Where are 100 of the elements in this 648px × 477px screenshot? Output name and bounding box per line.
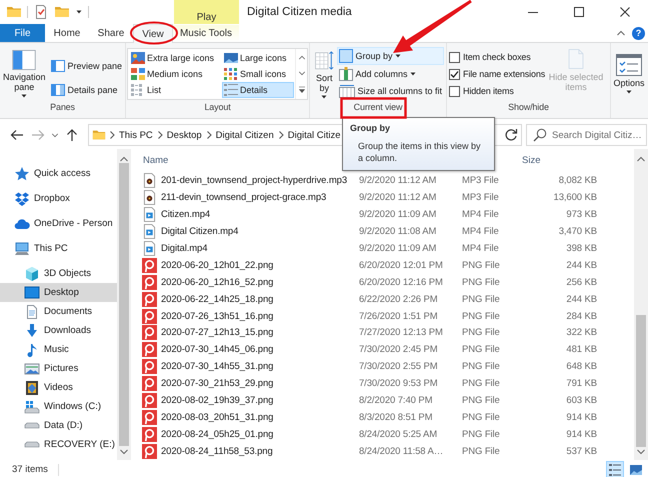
size-cell-text: 3,470 KB: [558, 226, 597, 237]
file-name[interactable]: Citizen.mp4: [161, 208, 210, 220]
checkbox[interactable]: [449, 52, 460, 62]
file-name[interactable]: 2020-07-30_21h53_29.png: [161, 378, 274, 390]
nav-item[interactable]: Dropbox: [0, 189, 117, 208]
nav-item[interactable]: Data (D:): [0, 416, 117, 435]
checklist-icon: [616, 54, 642, 76]
group-label: Panes: [50, 102, 75, 112]
options-button[interactable]: Options: [611, 47, 647, 96]
sort-by-button[interactable]: Sort by: [312, 47, 336, 101]
ribbon-tab[interactable]: File: [0, 24, 45, 42]
breadcrumb[interactable]: Desktop: [166, 130, 203, 140]
command-button[interactable]: Size all columns to fit: [337, 82, 444, 100]
layout-option[interactable]: Medium icons: [129, 66, 222, 82]
nav-item[interactable]: Videos: [0, 378, 117, 397]
caret-down-icon: [409, 70, 418, 78]
checkbox[interactable]: [449, 86, 460, 96]
refresh-icon[interactable]: [504, 128, 518, 142]
nav-item[interactable]: RECOVERY (E:): [0, 435, 117, 454]
grid-icon: [131, 68, 145, 80]
file-name[interactable]: 2020-08-03_20h51_31.png: [161, 412, 274, 424]
scroll-thumb[interactable]: [636, 315, 646, 447]
file-name[interactable]: 2020-08-24_05h25_01.png: [161, 429, 274, 440]
file-name[interactable]: 201-devin_townsend_project-hyperdrive.mp3: [161, 174, 348, 186]
checkbox-label: Item check boxes: [463, 52, 531, 62]
nav-item[interactable]: 3D Objects: [0, 264, 117, 283]
column-header[interactable]: Size: [522, 154, 582, 166]
view-toggle-button[interactable]: [606, 461, 624, 477]
nav-item[interactable]: Downloads: [0, 321, 117, 340]
maximize-icon: [574, 7, 584, 17]
caret-down-icon[interactable]: [75, 8, 83, 16]
nav-item[interactable]: Windows (C:): [0, 397, 117, 416]
ribbon-tab[interactable]: Home: [45, 24, 89, 42]
navigation-pane-button[interactable]: Navigation pane: [1, 47, 48, 100]
file-name[interactable]: Digital Citizen.mp4: [161, 226, 238, 237]
breadcrumb[interactable]: Digital Citize: [286, 130, 342, 140]
type-cell-text: PNG File: [462, 446, 501, 458]
image-file-icon: [142, 444, 156, 460]
help-button[interactable]: ?: [632, 26, 645, 40]
command-button[interactable]: Add columns: [337, 64, 444, 82]
ribbon-tab[interactable]: Share: [89, 24, 133, 42]
checkmark-document-icon[interactable]: [33, 4, 49, 20]
file-name[interactable]: Digital.mp4: [161, 242, 208, 254]
layout-option[interactable]: List: [129, 82, 222, 98]
document-icon: [567, 48, 586, 70]
search-field[interactable]: Search Digital Citiz…: [526, 124, 647, 146]
file-name[interactable]: 2020-06-20_12h01_22.png: [161, 260, 274, 271]
date-cell-text: 8/3/2020 8:51 PM: [358, 412, 434, 424]
layout-option[interactable]: Details: [222, 82, 294, 98]
highlight-box: [340, 97, 407, 119]
up-arrow-icon[interactable]: [66, 128, 78, 142]
pane-button[interactable]: Details pane: [49, 81, 124, 99]
scroll-thumb[interactable]: [119, 163, 129, 446]
nav-item[interactable]: Documents: [0, 302, 117, 321]
caret-up-icon[interactable]: [616, 29, 626, 37]
chevron-icon: [109, 131, 115, 139]
details-icon: [224, 84, 238, 96]
nav-item[interactable]: Music: [0, 340, 117, 359]
caret-down-icon[interactable]: [298, 70, 306, 77]
nav-item[interactable]: Quick access: [0, 164, 117, 183]
caret-up-icon[interactable]: [636, 155, 646, 163]
date-cell-text: 7/27/2020 12:13 PM: [358, 327, 444, 338]
file-name[interactable]: 2020-06-22_14h25_18.png: [161, 294, 274, 305]
date-cell-text: 6/20/2020 12:01 PM: [358, 260, 444, 271]
command-button[interactable]: Group by: [337, 47, 444, 65]
nav-item[interactable]: Desktop: [0, 283, 117, 302]
breadcrumb[interactable]: Digital Citizen: [214, 130, 275, 140]
checkbox[interactable]: [449, 68, 460, 80]
scrollbar[interactable]: [634, 149, 648, 460]
size-cell-text: 398 KB: [565, 242, 597, 254]
file-name[interactable]: 2020-07-30_14h55_31.png: [161, 361, 274, 372]
nav-item[interactable]: OneDrive - Person: [0, 214, 117, 233]
file-name[interactable]: 2020-08-24_11h58_53.png: [161, 446, 273, 458]
layout-option[interactable]: Small icons: [222, 66, 294, 82]
type-cell-text: PNG File: [462, 395, 501, 406]
date-cell-text: 9/2/2020 11:08 AM: [358, 226, 438, 237]
layout-option[interactable]: Extra large icons: [129, 50, 222, 66]
file-name[interactable]: 2020-07-26_13h51_16.png: [161, 310, 274, 322]
breadcrumb[interactable]: This PC: [118, 130, 154, 140]
file-name[interactable]: 2020-06-20_12h16_52.png: [161, 276, 274, 288]
date-cell-text: 9/2/2020 11:09 AM: [358, 242, 438, 254]
back-arrow-icon[interactable]: [10, 129, 24, 141]
more-icon[interactable]: [298, 86, 306, 94]
layout-option[interactable]: Large icons: [222, 50, 294, 66]
nav-item[interactable]: This PC: [0, 239, 117, 258]
film-icon: [24, 380, 40, 396]
scrollbar[interactable]: [117, 149, 131, 460]
caret-down-icon[interactable]: [51, 132, 59, 138]
file-name[interactable]: 2020-08-02_19h39_37.png: [161, 395, 274, 406]
pane-button[interactable]: Preview pane: [49, 57, 124, 75]
sort-grid-icon: [314, 50, 334, 71]
thumbnail-icon: [131, 52, 145, 64]
file-name[interactable]: 211-devin_townsend_project-grace.mp3: [161, 192, 326, 203]
file-name[interactable]: 2020-07-27_12h13_15.png: [161, 327, 274, 338]
highlight-ellipse: [130, 22, 178, 44]
file-name[interactable]: 2020-07-30_14h45_06.png: [161, 344, 274, 356]
caret-up-icon[interactable]: [119, 155, 129, 163]
caret-up-icon[interactable]: [298, 54, 306, 61]
ribbon-tab[interactable]: Music Tools: [173, 24, 239, 42]
nav-item[interactable]: Pictures: [0, 359, 117, 378]
